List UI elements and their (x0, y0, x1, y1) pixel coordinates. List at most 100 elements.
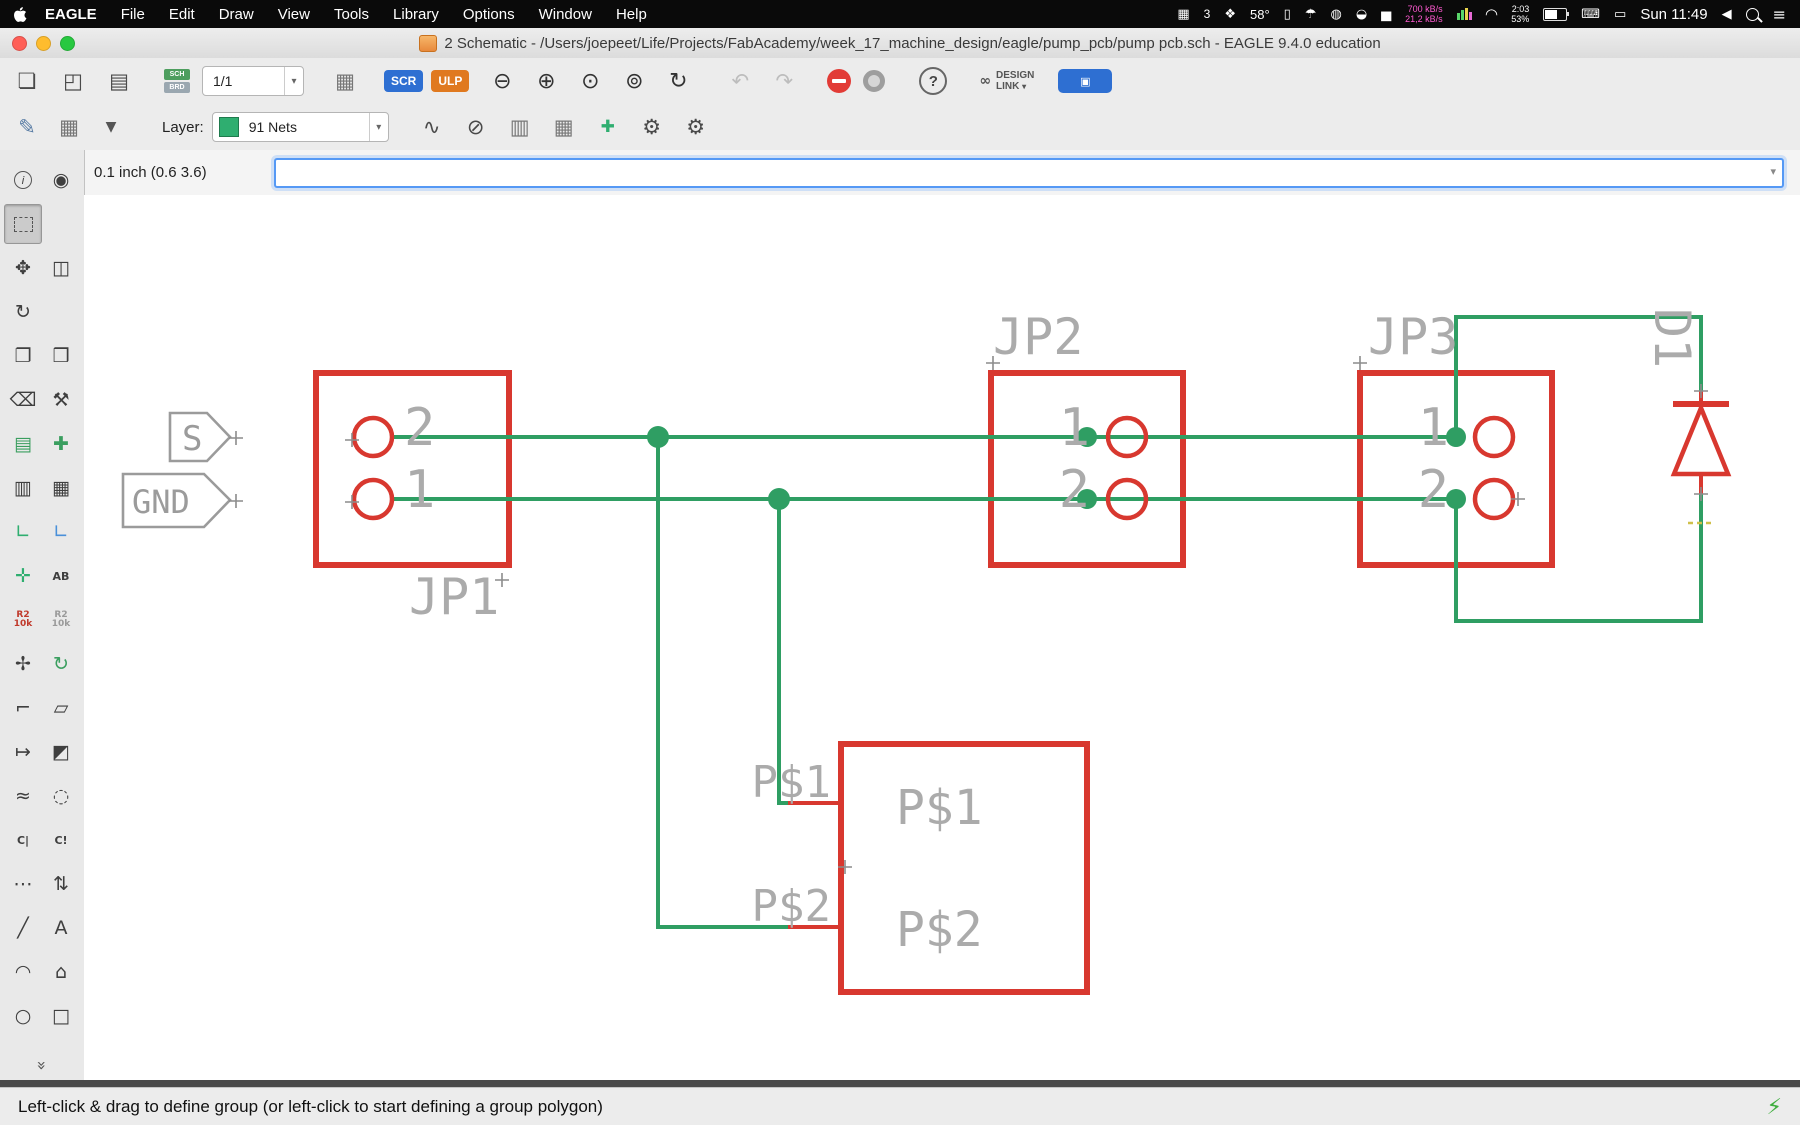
open-file-button[interactable]: ❏ (10, 65, 44, 97)
redo-button[interactable]: ↷ (767, 65, 801, 97)
value-tool[interactable]: R2 10k (5, 601, 41, 639)
close-button[interactable] (12, 35, 27, 51)
volume-icon[interactable]: ◀ (1722, 7, 1732, 22)
help-button[interactable]: ? (919, 67, 948, 95)
chevron-down-icon[interactable]: ▾ (368, 113, 388, 141)
copy-tool[interactable]: ❐ (5, 337, 41, 375)
dot-badge-icon[interactable]: ◒ (1356, 7, 1367, 22)
menubar-clock[interactable]: Sun 11:49 (1640, 6, 1707, 23)
label-tool[interactable]: AB (43, 557, 79, 595)
jp3-pin1-circle[interactable] (1472, 415, 1516, 459)
settings-gear-button[interactable]: ⚙ (635, 111, 669, 143)
grid-button[interactable]: ▦ (52, 111, 86, 143)
battery-status[interactable]: 2:03 53% (1511, 4, 1529, 24)
net-d1-bottom[interactable] (1454, 494, 1703, 623)
polygon-tool[interactable]: ⌂ (43, 953, 79, 991)
swap-layer-tool[interactable]: ⇅ (43, 865, 79, 903)
menu-window[interactable]: Window (539, 6, 592, 23)
zoom-button[interactable] (60, 35, 75, 51)
rotate-tool[interactable]: ↻ (5, 293, 41, 331)
menu-lines-icon[interactable]: ≡ (1773, 5, 1786, 24)
draw-style-button[interactable]: ✎ (10, 111, 44, 143)
info-tool[interactable]: i (5, 161, 41, 199)
apple-menu[interactable] (14, 6, 27, 22)
dimension-tool[interactable]: ◩ (43, 733, 79, 771)
istat-bars-icon[interactable] (1456, 8, 1472, 20)
more-tools-button[interactable]: » (0, 1056, 84, 1076)
command-input[interactable] (274, 157, 1784, 188)
print-button[interactable]: ▤ (102, 65, 136, 97)
jp3-pin2-circle[interactable] (1472, 477, 1516, 521)
errors-tool[interactable]: C! (43, 821, 79, 859)
spotlight-icon[interactable] (1745, 7, 1759, 21)
delete-tool[interactable]: ⌫ (5, 381, 41, 419)
bus-tool[interactable]: ∟ (43, 513, 79, 551)
globe-icon[interactable]: ◍ (1330, 7, 1341, 22)
menu-library[interactable]: Library (393, 6, 439, 23)
smash-tool[interactable]: ✢ (5, 645, 41, 683)
umbrella-icon[interactable]: ☂ (1305, 7, 1317, 22)
net-to-p2[interactable] (656, 437, 788, 929)
grid-settings-button[interactable]: ▦ (328, 65, 362, 97)
circle-tool[interactable]: ○ (5, 997, 41, 1035)
record-button[interactable] (863, 70, 886, 92)
junction-dot[interactable] (768, 488, 790, 510)
bars-icon[interactable]: ▅ (1381, 7, 1391, 22)
net-tool[interactable]: ∟ (5, 513, 41, 551)
diamond-icon[interactable]: ❖ (1224, 7, 1236, 22)
attribute-tool[interactable]: R2 10k (43, 601, 79, 639)
jp2-label[interactable]: JP2 (993, 308, 1083, 366)
battery-icon[interactable] (1543, 7, 1570, 21)
library-loader-badge[interactable]: ▣ (1058, 69, 1113, 93)
junction-dot[interactable] (1446, 489, 1466, 509)
weather-temp[interactable]: 58° (1250, 7, 1270, 22)
ic-filled-button[interactable]: ▦ (547, 111, 581, 143)
display-icon[interactable]: ▭ (1614, 7, 1626, 22)
pin-add-button[interactable]: ✚ (591, 111, 625, 143)
d1-label[interactable]: D1 (1643, 308, 1701, 368)
menu-draw[interactable]: Draw (219, 6, 254, 23)
optimize-tool[interactable]: ◌ (43, 777, 79, 815)
filter-button[interactable]: ▼ (94, 111, 128, 143)
undo-button[interactable]: ↶ (723, 65, 757, 97)
name-tool[interactable]: ▱ (43, 689, 79, 727)
menu-tools[interactable]: Tools (334, 6, 369, 23)
no-bend-button[interactable]: ⊘ (459, 111, 493, 143)
horizontal-scrollbar[interactable] (0, 1080, 1800, 1087)
menu-help[interactable]: Help (616, 6, 647, 23)
replace-tool[interactable]: ▤ (5, 425, 41, 463)
junction-dot[interactable] (647, 426, 669, 448)
minimize-button[interactable] (36, 35, 51, 51)
layer-selector[interactable]: 91 Nets ▾ (211, 112, 389, 142)
network-speed[interactable]: 700 kB/s 21,2 kB/s (1405, 4, 1443, 24)
add-part-tool[interactable]: ✚ (43, 425, 79, 463)
wifi-icon[interactable]: ◠ (1486, 5, 1498, 23)
stop-button[interactable] (827, 69, 852, 93)
battery-slim-icon[interactable]: ▯ (1284, 7, 1291, 22)
array-tool[interactable]: ↻ (43, 645, 79, 683)
schematic-canvas[interactable]: 2 1 JP1 1 2 JP2 1 2 JP3 D1 P$1 P$2 P$1 P… (84, 195, 1800, 1080)
save-button[interactable]: ◰ (56, 65, 90, 97)
design-link-button[interactable]: ∞ DESIGN LINK ▾ (979, 70, 1034, 92)
eye-tool[interactable]: ◉ (43, 161, 79, 199)
ic-outline-button[interactable]: ▥ (503, 111, 537, 143)
cut-tool[interactable]: C| (5, 821, 41, 859)
mirror-tool[interactable]: ◫ (43, 249, 79, 287)
sch-brd-toggle[interactable]: SCH BRD (164, 69, 190, 93)
zoom-fit-button[interactable]: ⊙ (573, 65, 607, 97)
app-menu-eagle[interactable]: EAGLE (45, 6, 97, 23)
zoom-redraw-button[interactable]: ↻ (661, 65, 695, 97)
gateswap-tool[interactable]: ▦ (43, 469, 79, 507)
group-select-tool[interactable] (4, 204, 42, 244)
paste-tool[interactable]: ❒ (43, 337, 79, 375)
arc-tool[interactable]: ◠ (5, 953, 41, 991)
line-tool[interactable]: ╱ (5, 909, 41, 947)
chevron-down-icon[interactable]: ▾ (1770, 165, 1776, 178)
text-tool[interactable]: A (43, 909, 79, 947)
menu-file[interactable]: File (121, 6, 145, 23)
settings-gear2-button[interactable]: ⚙ (679, 111, 713, 143)
net-class-tool[interactable]: ≈ (5, 777, 41, 815)
chevron-down-icon[interactable]: ▾ (284, 67, 303, 95)
ulp-button[interactable]: ULP (431, 70, 470, 92)
move-tool[interactable]: ✥ (5, 249, 41, 287)
